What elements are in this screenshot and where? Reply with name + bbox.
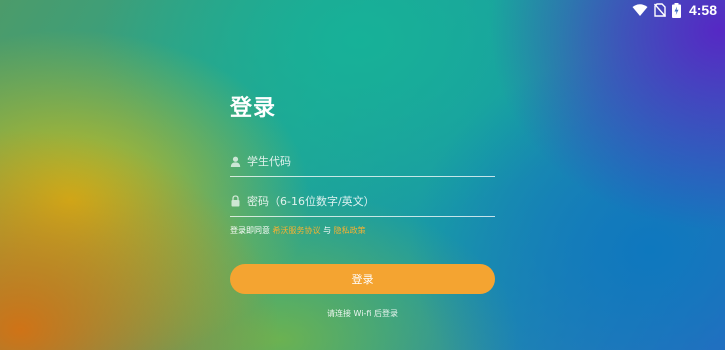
page-title: 登录 <box>230 96 277 121</box>
battery-charging-icon <box>671 2 681 18</box>
wifi-hint-link[interactable]: 请连接 Wi-fi 后登录 <box>230 308 495 319</box>
login-form: 登录 登录即同意 希沃服务协议 与 隐私政策 登录 请连接 Wi-fi 后登录 <box>230 92 495 319</box>
password-input[interactable] <box>247 191 495 211</box>
user-icon <box>230 152 247 171</box>
agreement-conjunction: 与 <box>323 226 332 235</box>
privacy-link[interactable]: 隐私政策 <box>334 226 366 235</box>
terms-link[interactable]: 希沃服务协议 <box>273 226 321 235</box>
lock-icon <box>230 192 247 211</box>
password-field <box>230 186 495 217</box>
login-button[interactable]: 登录 <box>230 264 495 294</box>
student-code-field <box>230 146 495 177</box>
agreement-prefix: 登录即同意 <box>230 226 270 235</box>
agreement-text: 登录即同意 希沃服务协议 与 隐私政策 <box>230 225 495 237</box>
status-time: 4:58 <box>688 2 717 18</box>
student-code-input[interactable] <box>247 151 495 171</box>
wifi-icon <box>632 4 648 16</box>
no-sim-icon <box>653 3 666 17</box>
status-bar: 4:58 <box>632 0 725 20</box>
